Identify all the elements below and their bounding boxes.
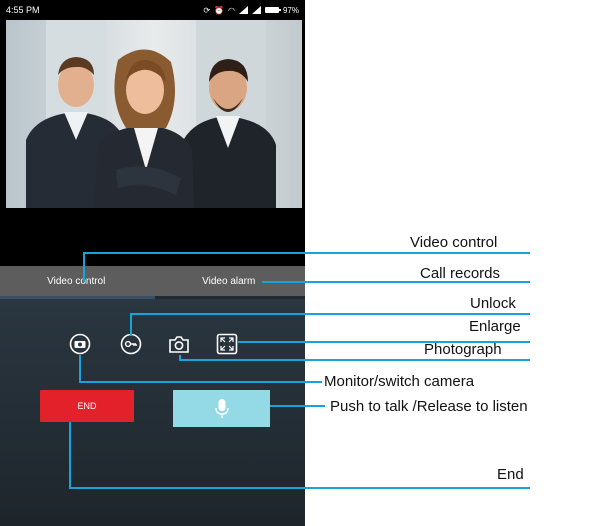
callout-monitor: Monitor/switch camera: [324, 373, 475, 390]
signal-icon: [238, 6, 248, 14]
unlock-icon[interactable]: [120, 333, 142, 355]
callout-unlock: Unlock: [470, 295, 516, 312]
alarm-icon: ⏰: [214, 5, 224, 15]
tab-video-alarm[interactable]: Video alarm: [153, 266, 306, 296]
tab-video-control[interactable]: Video control: [0, 266, 153, 296]
callout-enlarge: Enlarge: [469, 318, 521, 335]
push-to-talk-button[interactable]: [173, 390, 270, 427]
status-time: 4:55 PM: [6, 5, 40, 15]
wifi-icon: ◠: [228, 5, 235, 15]
phone-screen: 4:55 PM ⟳ ⏰ ◠ 97% Video control Video al…: [0, 0, 305, 526]
battery-icon: [264, 7, 281, 13]
signal-icon-2: [251, 6, 261, 14]
sync-icon: ⟳: [203, 5, 211, 15]
switch-camera-icon[interactable]: [69, 333, 91, 355]
end-call-button[interactable]: END: [40, 390, 134, 422]
callout-push-to-talk: Push to talk /Release to listen: [330, 398, 528, 415]
video-feed-image[interactable]: [6, 20, 302, 208]
callout-call-records: Call records: [420, 265, 501, 282]
microphone-icon: [214, 398, 229, 418]
tab-bar: Video control Video alarm: [0, 266, 305, 296]
camera-icon[interactable]: [168, 333, 190, 355]
video-letterbox: [0, 208, 305, 266]
callout-video-control: Video control: [410, 234, 498, 251]
status-icons: ⟳ ⏰ ◠ 97%: [203, 6, 299, 15]
battery-percent: 97%: [282, 5, 299, 15]
fullscreen-icon[interactable]: [216, 333, 238, 355]
status-bar: 4:55 PM ⟳ ⏰ ◠ 97%: [0, 0, 305, 20]
callout-photograph: Photograph: [424, 341, 502, 358]
callout-end: End: [497, 466, 524, 483]
